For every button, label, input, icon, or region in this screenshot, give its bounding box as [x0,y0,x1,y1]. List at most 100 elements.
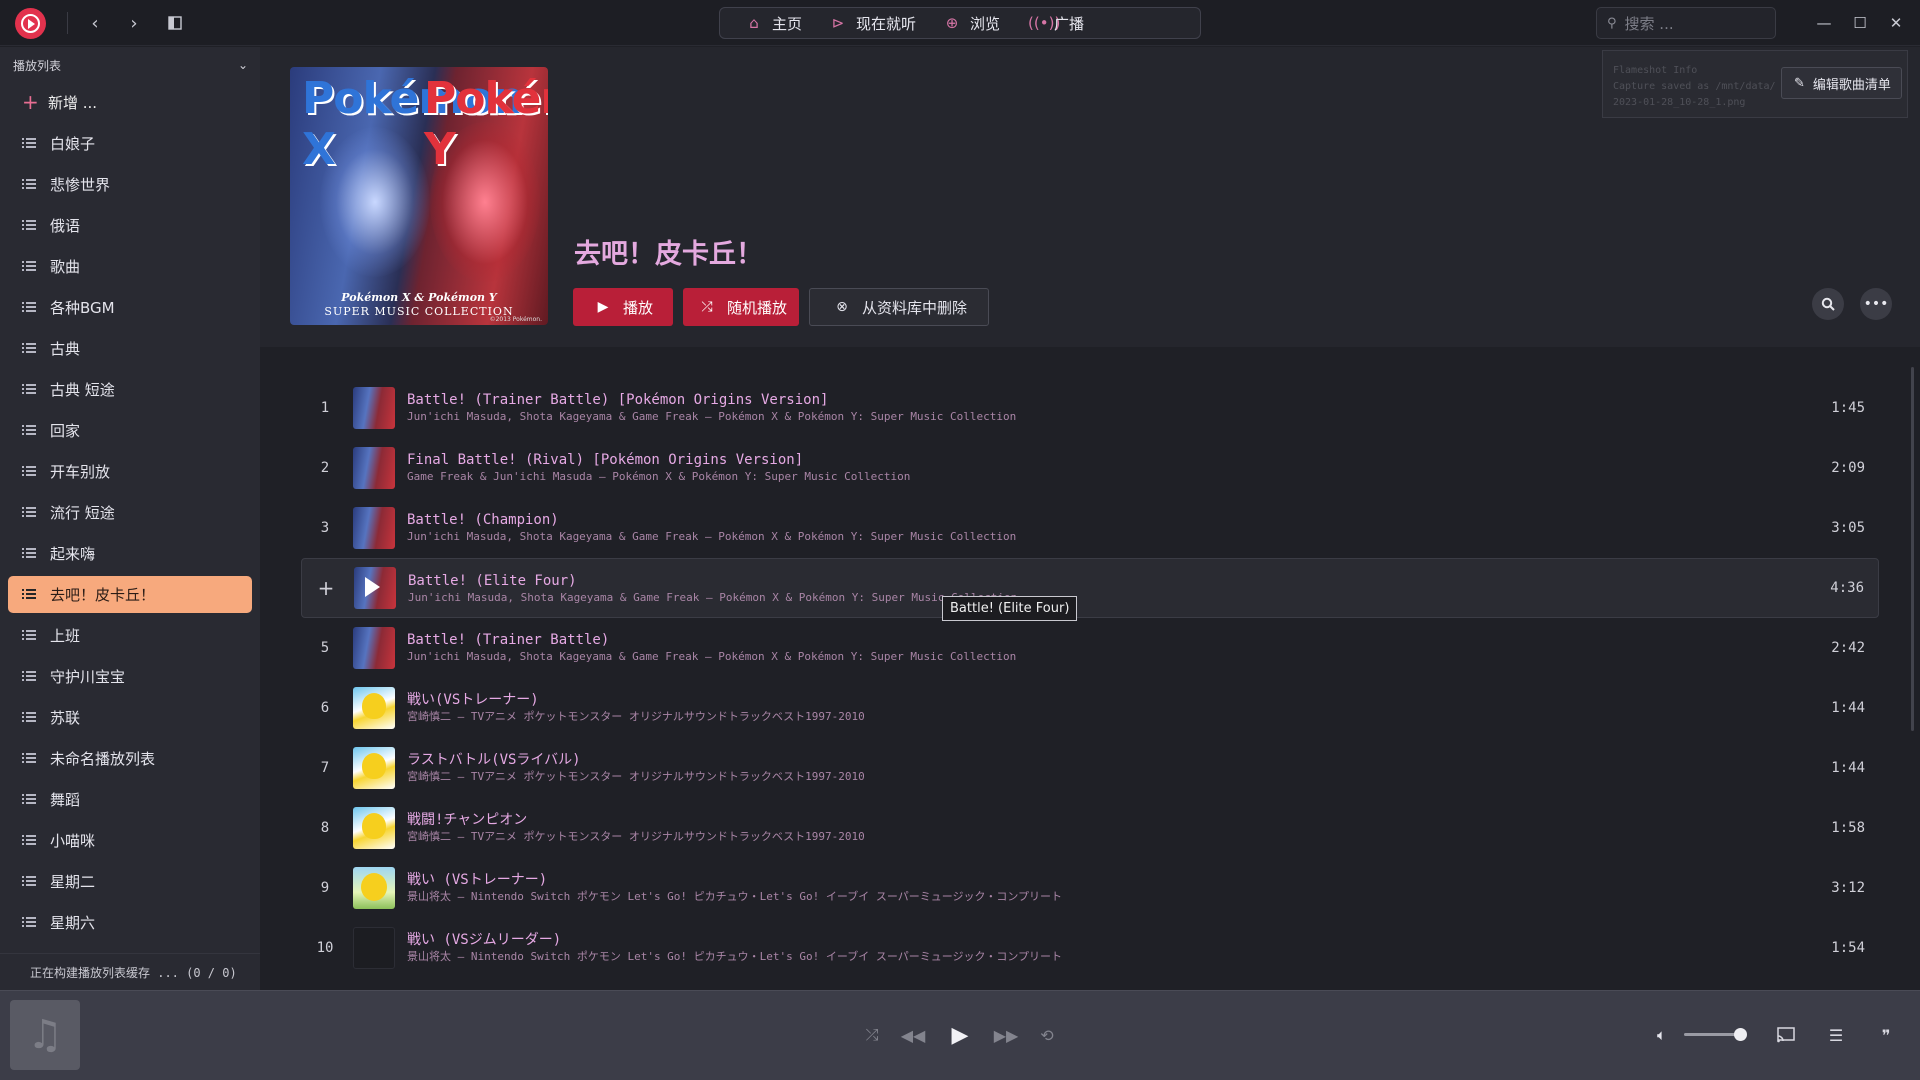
volume-icon[interactable]: 🔈︎ [1657,1021,1679,1049]
cover-art-xerneas [320,127,430,277]
repeat-icon[interactable]: ⟲ [1033,1021,1061,1049]
track-row[interactable]: 2 Final Battle! (Rival) [Pokémon Origins… [301,443,1879,492]
track-title: ラストバトル(VSライバル) [407,752,581,768]
queue-icon[interactable]: ☰ [1822,1021,1850,1049]
track-number: 1 [320,399,330,416]
sidebar-item-label: 星期六 [50,914,96,932]
tab-radio[interactable]: ((•)) 广播 [1014,8,1098,38]
sidebar-item[interactable]: 星期六 [8,904,252,941]
search-input[interactable]: ⚲ 搜索 ... [1596,7,1776,39]
more-options-button[interactable]: ••• [1860,288,1892,320]
sidebar-item[interactable]: 悲惨世界 [8,166,252,203]
shuffle-label: 随机播放 [727,298,788,317]
sidebar-item[interactable]: 白娘子 [8,125,252,162]
sidebar-toggle-icon[interactable] [162,10,188,36]
add-playlist-button[interactable]: + 新增 ... [22,89,97,115]
shuffle-icon[interactable]: ⤮ [858,1021,886,1049]
previous-icon[interactable]: ◀◀ [899,1021,927,1049]
sidebar-item[interactable]: 苏联 [8,699,252,736]
main-nav-tabs: ⌂ 主页 ⊳ 现在就听 ⊕ 浏览 ((•)) 广播 [719,7,1201,39]
track-row[interactable]: 9 戦い (VSトレーナー) 景山将太 — Nintendo Switch ポケモ… [301,863,1879,912]
sidebar-item-label: 歌曲 [50,258,81,276]
lyrics-icon[interactable]: ❞ [1872,1021,1900,1049]
edit-playlist-button[interactable]: ✎ 编辑歌曲清单 [1781,67,1902,99]
next-icon[interactable]: ▶▶ [992,1021,1020,1049]
track-artwork[interactable] [354,567,396,609]
tab-home[interactable]: ⌂ 主页 [732,8,816,38]
track-subtitle: 宮崎慎二 — TVアニメ ポケットモンスター オリジナルサウンドトラックベスト1… [407,710,865,723]
sidebar-item[interactable]: 开车别放 [8,453,252,490]
list-icon [22,302,36,313]
sidebar-item[interactable]: 俄语 [8,207,252,244]
sidebar-item[interactable]: 守护川宝宝 [8,658,252,695]
sidebar-item[interactable]: 未命名播放列表 [8,740,252,777]
track-title: Final Battle! (Rival) [Pokémon Origins V… [407,452,804,468]
list-icon [22,507,36,518]
sidebar-item-label: 上班 [50,627,81,645]
shuffle-icon: ⤮ [701,299,713,315]
sidebar-item[interactable]: 各种BGM [8,289,252,326]
sidebar-item[interactable]: 回家 [8,412,252,449]
sidebar-item[interactable]: 上班 [8,617,252,654]
add-to-queue-icon[interactable]: + [302,576,350,600]
track-row[interactable]: 7 ラストバトル(VSライバル) 宮崎慎二 — TVアニメ ポケットモンスター オ… [301,743,1879,792]
playlists-section-header[interactable]: 播放列表 ⌄ [13,55,248,75]
sidebar-item[interactable]: 星期二 [8,863,252,900]
close-icon[interactable]: ✕ [1883,10,1909,36]
track-duration: 4:36 [1830,580,1864,596]
sidebar-item[interactable]: 流行 短途 [8,494,252,531]
scrollbar[interactable] [1911,367,1914,731]
tab-browse[interactable]: ⊕ 浏览 [930,8,1014,38]
chevron-down-icon[interactable]: ⌄ [238,58,248,72]
add-label: 新增 ... [48,93,98,112]
sidebar-item[interactable]: 歌曲 [8,248,252,285]
app-logo-icon[interactable] [15,8,46,39]
forward-arrow-icon[interactable]: › [121,10,147,36]
tab-label: 浏览 [970,14,1001,33]
tab-listen-now[interactable]: ⊳ 现在就听 [816,8,930,38]
track-number: 3 [320,519,330,536]
sidebar-item-label: 开车别放 [50,463,111,481]
back-arrow-icon[interactable]: ‹ [82,10,108,36]
home-icon: ⌂ [749,14,759,32]
sidebar-item[interactable]: 舞蹈 [8,781,252,818]
list-icon [22,138,36,149]
play-overlay-icon[interactable] [365,577,380,597]
player-bar: ♫ ⤮ ◀◀ ▶ ▶▶ ⟲ 🔈︎ ☰ ❞ [0,990,1920,1080]
sidebar-item[interactable]: 小喵咪 [8,822,252,859]
search-tracks-button[interactable] [1812,288,1844,320]
page-title: 去吧！皮卡丘！ [574,239,763,270]
track-row-hovered[interactable]: + Battle! (Elite Four) Jun'ichi Masuda, S… [301,558,1879,618]
sidebar: 播放列表 ⌄ + 新增 ... 白娘子 悲惨世界 俄语 歌曲 各种BGM 古典 … [0,47,260,990]
remove-label: 从资料库中删除 [862,298,968,317]
track-artwork [353,806,395,849]
search-icon: ⚲ [1607,15,1617,31]
sidebar-item[interactable]: 古典 短途 [8,371,252,408]
sidebar-item-label: 小喵咪 [50,832,96,850]
volume-slider-handle[interactable] [1733,1028,1747,1041]
list-icon [22,671,36,682]
play-icon[interactable]: ▶ [946,1021,974,1049]
track-row[interactable]: 6 戦い(VSトレーナー) 宮崎慎二 — TVアニメ ポケットモンスター オリジナ… [301,683,1879,732]
sidebar-item-label: 苏联 [50,709,81,727]
cover-caption: Pokémon X & Pokémon Y [341,291,497,304]
cast-icon[interactable] [1772,1021,1800,1049]
shuffle-button[interactable]: ⤮ 随机播放 [683,288,799,326]
track-row[interactable]: 3 Battle! (Champion) Jun'ichi Masuda, Sho… [301,503,1879,552]
minimize-icon[interactable]: — [1811,10,1837,36]
sidebar-item[interactable]: 古典 [8,330,252,367]
track-title: Battle! (Trainer Battle) [407,632,610,648]
track-row[interactable]: 10 戦い (VSジムリーダー) 景山将太 — Nintendo Switch ポ… [301,923,1879,972]
remove-from-library-button[interactable]: ⊗ 从资料库中删除 [809,288,989,326]
track-row[interactable]: 8 戦闘!チャンピオン 宮崎慎二 — TVアニメ ポケットモンスター オリジナルサ… [301,803,1879,852]
track-row[interactable]: 5 Battle! (Trainer Battle) Jun'ichi Masud… [301,623,1879,672]
sidebar-item[interactable]: 起来嗨 [8,535,252,572]
play-button[interactable]: ▶ 播放 [573,288,673,326]
track-number: 6 [320,699,330,716]
track-artwork [353,506,395,549]
track-subtitle: 宮崎慎二 — TVアニメ ポケットモンスター オリジナルサウンドトラックベスト1… [407,830,865,843]
sidebar-item-active[interactable]: 去吧！皮卡丘！ [8,576,252,613]
list-icon [22,753,36,764]
track-row[interactable]: 1 Battle! (Trainer Battle) [Pokémon Orig… [301,383,1879,432]
maximize-icon[interactable]: ☐ [1847,10,1873,36]
